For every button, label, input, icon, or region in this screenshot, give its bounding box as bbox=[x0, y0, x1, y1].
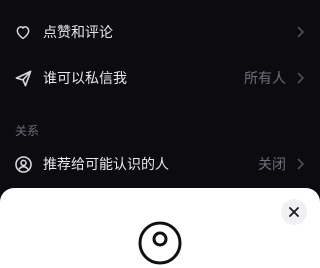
settings-item-label: 谁可以私信我 bbox=[43, 71, 127, 87]
settings-item-value: 所有人 bbox=[244, 71, 286, 87]
bottom-sheet bbox=[0, 188, 320, 268]
settings-item-who-can-dm[interactable]: 谁可以私信我 所有人 bbox=[0, 56, 320, 100]
chevron-right-icon bbox=[294, 158, 306, 170]
settings-item-label: 点赞和评论 bbox=[43, 25, 113, 41]
chevron-right-icon bbox=[294, 26, 306, 38]
user-icon bbox=[138, 221, 182, 265]
user-icon bbox=[13, 154, 33, 174]
send-icon bbox=[13, 68, 33, 88]
close-button[interactable] bbox=[281, 199, 307, 225]
close-icon bbox=[289, 207, 299, 217]
settings-item-recommend-to-contacts[interactable]: 推荐给可能认识的人 关闭 bbox=[0, 142, 320, 186]
section-header-relations: 关系 bbox=[15, 124, 40, 138]
settings-item-label: 推荐给可能认识的人 bbox=[43, 157, 169, 173]
settings-item-value: 关闭 bbox=[258, 157, 286, 173]
settings-item-likes-comments[interactable]: 点赞和评论 bbox=[0, 10, 320, 54]
heart-icon bbox=[13, 22, 33, 42]
chevron-right-icon bbox=[294, 72, 306, 84]
